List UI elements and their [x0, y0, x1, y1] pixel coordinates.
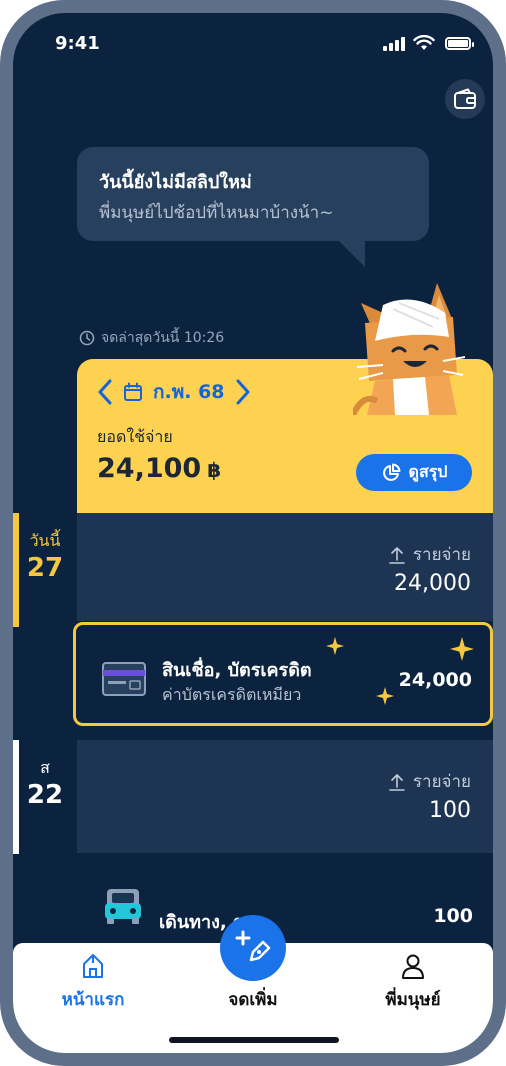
- app-screen: 9:41 วันนี้ยังไม่มีสลิปใหม่ พี่มนุษย์ไปช…: [13, 13, 493, 1053]
- cat-mascot-icon: [353, 283, 465, 415]
- day-label: วันนี้: [29, 531, 61, 550]
- expense-kind-label: รายจ่าย: [412, 772, 471, 792]
- upload-arrow-icon: [389, 546, 405, 564]
- month-selector: ก.พ. 68: [97, 377, 251, 407]
- transaction-amount: 24,000: [398, 669, 472, 691]
- nav-profile[interactable]: พี่มนุษย์: [353, 953, 473, 1010]
- nav-add-label: จดเพิ่ม: [228, 990, 278, 1010]
- add-pen-icon: [235, 930, 271, 962]
- home-indicator: [169, 1037, 339, 1043]
- nav-home-label: หน้าแรก: [61, 990, 125, 1010]
- day-label: ส: [40, 758, 50, 777]
- transaction-item[interactable]: สินเชื่อ, บัตรเครดิต ค่าบัตรเครดิตเหมียว…: [73, 622, 493, 726]
- day-total: 100: [429, 798, 471, 823]
- expense-kind-label: รายจ่าย: [412, 545, 471, 565]
- calendar-icon: [124, 382, 142, 401]
- home-icon: [83, 954, 103, 978]
- day-number: 22: [26, 780, 64, 810]
- last-recorded: จดล่าสุดวันนี้ 10:26: [79, 327, 224, 349]
- sparkle-icon: [450, 637, 474, 661]
- day-number: 27: [26, 553, 64, 583]
- transaction-amount: 100: [433, 905, 473, 927]
- currency-symbol: ฿: [207, 458, 222, 482]
- credit-card-icon: [102, 662, 146, 696]
- spend-amount-row: 24,100 ฿: [97, 453, 221, 484]
- speech-bubble: วันนี้ยังไม่มีสลิปใหม่ พี่มนุษย์ไปช้อปที…: [77, 147, 429, 241]
- wifi-icon: [413, 35, 435, 50]
- add-record-button[interactable]: [220, 915, 286, 981]
- transaction-title: สินเชื่อ, บัตรเครดิต: [162, 660, 312, 681]
- last-recorded-text: จดล่าสุดวันนี้ 10:26: [101, 330, 225, 346]
- bubble-subtitle: พี่มนุษย์ไปช้อปที่ไหนมาบ้างน้า~: [99, 203, 334, 223]
- expense-kind: รายจ่าย: [389, 768, 471, 795]
- wallet-button[interactable]: [445, 79, 485, 119]
- day-summary-panel: รายจ่าย 100: [77, 740, 493, 853]
- view-summary-button[interactable]: ดูสรุป: [356, 454, 472, 491]
- clock-icon: [79, 330, 95, 346]
- car-icon: [105, 889, 141, 924]
- spend-label: ยอดใช้จ่าย: [97, 427, 173, 446]
- view-summary-label: ดูสรุป: [408, 462, 448, 481]
- day-total: 24,000: [394, 571, 471, 596]
- status-bar: 9:41: [13, 13, 493, 73]
- signal-icon: [383, 37, 405, 51]
- chevron-left-icon[interactable]: [97, 379, 113, 405]
- expense-kind: รายจ่าย: [389, 541, 471, 568]
- month-label[interactable]: ก.พ. 68: [153, 377, 225, 407]
- transaction-note: ค่าบัตรเครดิตเหมียว: [162, 685, 302, 704]
- nav-profile-label: พี่มนุษย์: [385, 990, 441, 1010]
- battery-icon: [445, 37, 474, 50]
- nav-home[interactable]: หน้าแรก: [33, 953, 153, 1010]
- day-summary-panel: รายจ่าย 24,000: [77, 513, 493, 621]
- bubble-tail: [337, 239, 365, 267]
- wallet-icon: [454, 88, 476, 109]
- sparkle-icon: [326, 637, 344, 655]
- spend-amount: 24,100: [97, 453, 202, 484]
- status-time: 9:41: [55, 33, 100, 54]
- sparkle-icon: [376, 687, 394, 705]
- chevron-right-icon[interactable]: [235, 379, 251, 405]
- bubble-title: วันนี้ยังไม่มีสลิปใหม่: [99, 172, 252, 193]
- person-icon: [402, 954, 424, 979]
- pie-chart-icon: [382, 463, 401, 481]
- upload-arrow-icon: [389, 773, 405, 791]
